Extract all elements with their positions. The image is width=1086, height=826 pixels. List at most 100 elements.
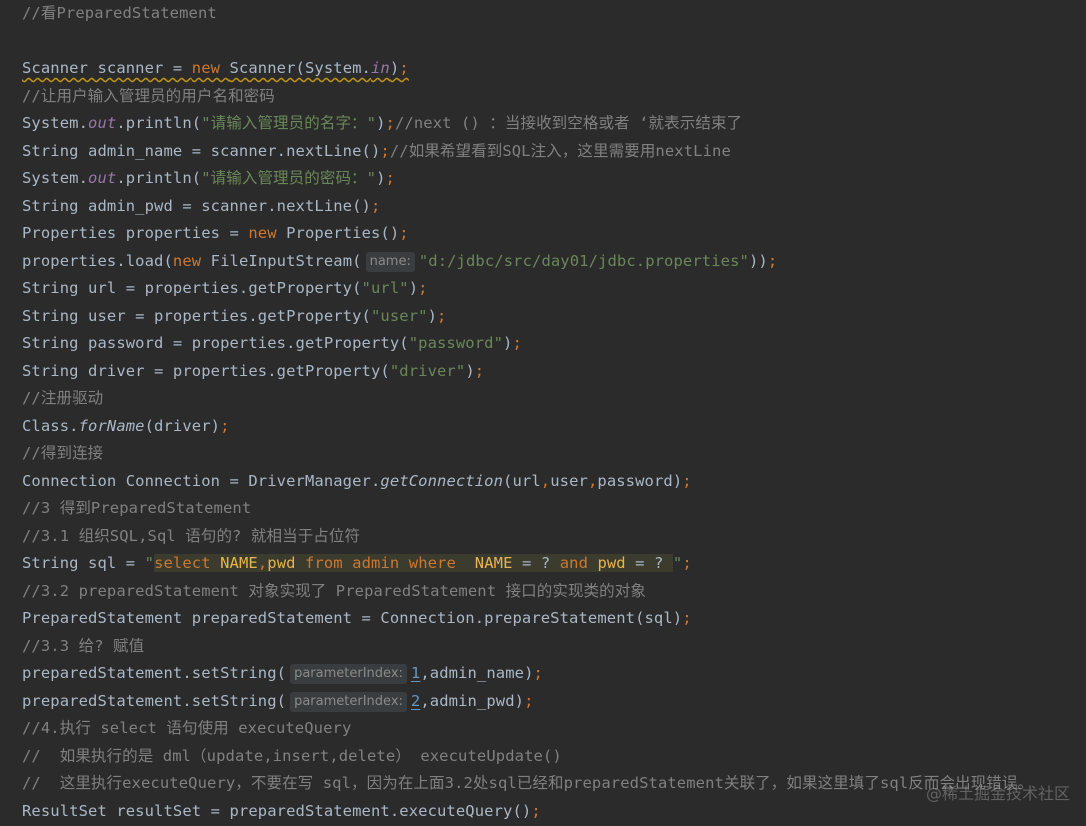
code-token: String admin_pwd = scanner.nextLine() [22,196,371,215]
code-token: new [191,59,230,77]
code-token: "url" [361,279,409,297]
code-line[interactable]: String admin_name = scanner.nextLine();/… [22,138,731,166]
code-line[interactable]: PreparedStatement preparedStatement = Co… [22,605,692,633]
code-token: ; [370,196,381,215]
code-token: ; [474,361,485,380]
code-token: //看PreparedStatement [22,4,217,22]
code-line[interactable]: Connection Connection = DriverManager.ge… [22,468,692,496]
code-token: ,admin_name) [420,664,534,682]
code-token: //让用户输入管理员的用户名和密码 [22,86,275,105]
code-line[interactable]: String admin_pwd = scanner.nextLine(); [22,193,380,221]
code-token: (url [503,471,541,490]
code-line[interactable]: // 如果执行的是 dml（update,insert,delete） exec… [22,743,562,771]
code-token: , [540,471,551,490]
code-line[interactable]: ResultSet resultSet = preparedStatement.… [22,798,541,826]
code-token: "password" [408,334,504,352]
parameter-hint: name: [365,251,415,272]
code-token: ) [389,59,400,77]
code-token: ; [399,224,409,242]
code-token: = ? [521,554,560,572]
code-line[interactable]: System.out.println("请输入管理员的密码："); [22,165,395,193]
code-token: select [154,554,221,572]
code-token: "d:/jdbc/src/day01/jdbc.properties" [418,251,749,270]
code-line[interactable]: //3.2 preparedStatement 对象实现了 PreparedSt… [22,578,646,606]
code-token: preparedStatement.setString( [22,691,287,710]
code-token: pwd [267,554,305,572]
code-token: String driver = properties.getProperty( [22,361,390,380]
parameter-hint: parameterIndex: [290,664,407,684]
code-token: Properties() [286,224,400,242]
code-line[interactable]: Class.forName(driver); [22,413,230,441]
code-token: ; [418,279,428,297]
code-token: //next () ：当接收到空格或者 ‘就表示结束了 [394,114,743,132]
code-token: out [88,114,117,132]
code-line[interactable]: //得到连接 [22,440,103,468]
code-token: String user = properties.getProperty( [22,306,371,325]
code-token: ) [408,279,419,297]
code-token: pwd [597,554,636,572]
code-token: properties.load( [22,251,173,270]
code-line[interactable]: String password = properties.getProperty… [22,330,522,358]
code-line[interactable]: String url = properties.getProperty("url… [22,275,428,303]
code-token: Scanner(System. [229,59,371,77]
code-token: ) [376,114,386,132]
code-line[interactable]: Scanner scanner = new Scanner(System.in)… [22,55,409,83]
code-token: //3.3 给? 赋值 [22,636,145,655]
code-token: user [550,471,588,490]
code-line[interactable]: // 这里执行executeQuery，不要在写 sql，因为在上面3.2处sq… [22,770,1033,798]
code-line[interactable]: //3.3 给? 赋值 [22,633,144,661]
code-token: preparedStatement.setString( [22,664,287,682]
code-token: "user" [370,306,428,325]
code-line[interactable]: String driver = properties.getProperty("… [22,358,484,386]
code-token: ; [385,169,395,187]
code-token: , [257,554,268,572]
code-token: ; [682,609,692,627]
code-token: "请输入管理员的密码：" [201,169,377,187]
code-token: = ? [635,554,673,572]
code-token: new [172,251,211,270]
code-token: where [408,554,475,572]
code-token: )) [748,251,768,270]
code-line[interactable]: //4.执行 select 语句使用 executeQuery [22,715,351,743]
code-token: new [248,224,287,242]
code-token: String url = properties.getProperty( [22,279,362,297]
code-token: ; [682,554,692,572]
code-token: 2 [410,691,421,710]
code-line[interactable]: preparedStatement.setString(parameterInd… [22,660,543,688]
code-token: String password = properties.getProperty… [22,334,409,352]
code-token: .println( [116,169,202,187]
code-line[interactable]: preparedStatement.setString(parameterInd… [22,688,534,716]
code-token: out [88,169,117,187]
code-line[interactable]: String user = properties.getProperty("us… [22,303,446,331]
code-token: ; [385,114,395,132]
code-token: , [587,471,598,490]
code-token: ; [380,141,390,160]
code-line[interactable]: System.out.println("请输入管理员的名字：");//next … [22,110,742,138]
code-line[interactable]: Properties properties = new Properties()… [22,220,409,248]
watermark: @稀土掘金技术社区 [925,784,1070,803]
code-token: ) [376,169,386,187]
code-token: " [144,554,155,572]
code-editor[interactable]: //看PreparedStatement Scanner scanner = ne… [0,0,1086,826]
code-token: ; [767,251,778,270]
code-token: Properties properties = [22,224,249,242]
code-line[interactable]: //注册驱动 [22,385,103,413]
code-token: ; [220,416,230,435]
code-token: //3 得到PreparedStatement [22,499,252,517]
code-line[interactable]: //3.1 组织SQL,Sql 语句的? 就相当于占位符 [22,523,360,551]
code-token: (driver) [144,416,221,435]
code-token: String admin_name = scanner.nextLine() [22,141,381,160]
code-line[interactable]: String sql = "select NAME,pwd from admin… [22,550,692,578]
code-line[interactable]: //看PreparedStatement [22,0,217,28]
code-token: ) [465,361,475,380]
code-token: NAME [220,554,258,572]
code-token: ; [531,801,541,820]
code-line[interactable]: //3 得到PreparedStatement [22,495,251,523]
code-line[interactable]: properties.load(new FileInputStream(name… [22,248,777,276]
code-token: Class. [22,416,79,435]
parameter-hint: parameterIndex: [290,691,407,712]
code-token: FileInputStream( [210,251,362,270]
code-line[interactable]: //让用户输入管理员的用户名和密码 [22,83,275,111]
code-token: PreparedStatement preparedStatement = Co… [22,609,683,627]
code-token: ,admin_pwd) [420,691,525,710]
